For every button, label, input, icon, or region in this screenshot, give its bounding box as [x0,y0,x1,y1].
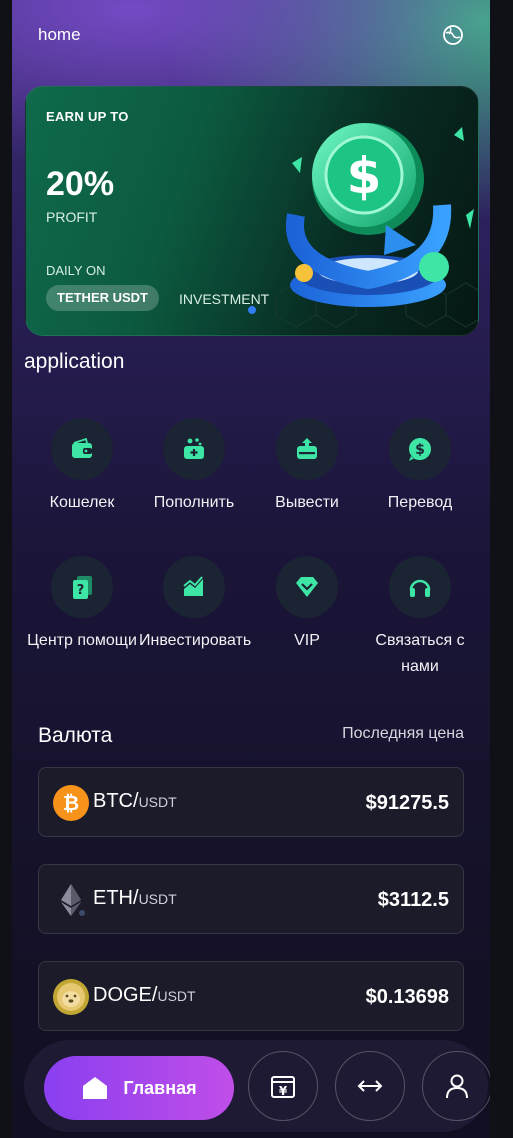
action-label: Центр помощи [27,632,137,649]
banner-earn-text: EARN UP TO [46,109,129,124]
svg-text:¥: ¥ [279,1084,288,1098]
carousel-dot[interactable] [248,306,256,314]
bitcoin-icon: ₿ [53,785,89,821]
vip-diamond-icon [276,556,338,618]
action-deposit[interactable]: Пополнить [139,418,249,516]
coin-row-doge[interactable]: DOGE/USDT $0.13698 [38,961,464,1031]
pair-symbol: BTC/USDT [93,790,177,812]
wallet-icon [51,418,113,480]
page-title: home [38,25,81,44]
globe-icon[interactable] [442,24,464,46]
action-transfer[interactable]: $ Перевод [365,418,475,516]
svg-text:$: $ [415,442,425,458]
dogecoin-icon [53,979,89,1015]
pair-symbol: ETH/USDT [93,887,177,909]
nav-home-button[interactable]: Главная [44,1056,234,1120]
home-icon [83,1077,108,1099]
coin-row-eth[interactable]: ETH/USDT $3112.5 [38,864,464,934]
invest-chart-icon [163,556,225,618]
action-withdraw[interactable]: Вывести [252,418,362,516]
action-label: Перевод [387,494,453,511]
currency-title: Валюта [38,724,113,747]
last-price-header: Последняя цена [342,725,464,742]
action-invest[interactable]: Инвестировать [139,556,252,654]
coin-row-btc[interactable]: ₿ BTC/USDT $91275.5 [38,767,464,837]
action-help-center[interactable]: ? Центр помощи [27,556,137,654]
pair-price: $3112.5 [377,889,449,911]
withdraw-icon [276,418,338,480]
action-label: Пополнить [153,494,235,511]
bottom-nav: Главная ¥ [24,1040,490,1132]
pair-symbol: DOGE/USDT [93,984,196,1006]
banner-daily-text: DAILY ON [46,263,106,278]
pair-price: $0.13698 [365,986,449,1008]
left-margin [0,0,12,1138]
action-label: Инвестировать [139,632,252,649]
transfer-icon: $ [389,418,451,480]
right-margin [490,0,513,1138]
deposit-icon [163,418,225,480]
svg-text:?: ? [77,583,85,598]
promo-banner[interactable]: EARN UP TO 20% PROFIT DAILY ON TETHER US… [25,86,479,336]
banner-profit-text: PROFIT [46,209,98,225]
nav-exchange-button[interactable] [335,1051,405,1121]
action-label: Связаться с нами [375,632,465,675]
nav-wallet-button[interactable]: ¥ [248,1051,318,1121]
dollar-coin-illustration: $ [275,123,478,328]
svg-text:$: $ [347,147,382,205]
top-bar: home [12,0,490,70]
svg-text:₿: ₿ [63,791,79,815]
headphones-icon [389,556,451,618]
yen-wallet-icon: ¥ [271,1076,295,1098]
ethereum-icon [61,884,85,916]
action-vip[interactable]: VIP [252,556,362,654]
help-icon: ? [51,556,113,618]
user-icon [446,1074,468,1099]
banner-percent: 20% [46,165,115,203]
banner-tether-pill: TETHER USDT [46,285,159,311]
nav-home-label: Главная [123,1077,197,1098]
action-wallet[interactable]: Кошелек [27,418,137,516]
pair-price: $91275.5 [365,792,449,814]
nav-profile-button[interactable] [422,1051,490,1121]
app-screen: home EARN UP TO 20% PROFIT DAILY ON TETH… [12,0,490,1138]
action-label: Кошелек [49,494,115,511]
exchange-arrows-icon [357,1080,383,1092]
action-contact[interactable]: Связаться с нами [365,556,475,680]
action-label: VIP [294,632,320,649]
application-title: application [24,350,125,373]
action-label: Вывести [275,494,339,511]
